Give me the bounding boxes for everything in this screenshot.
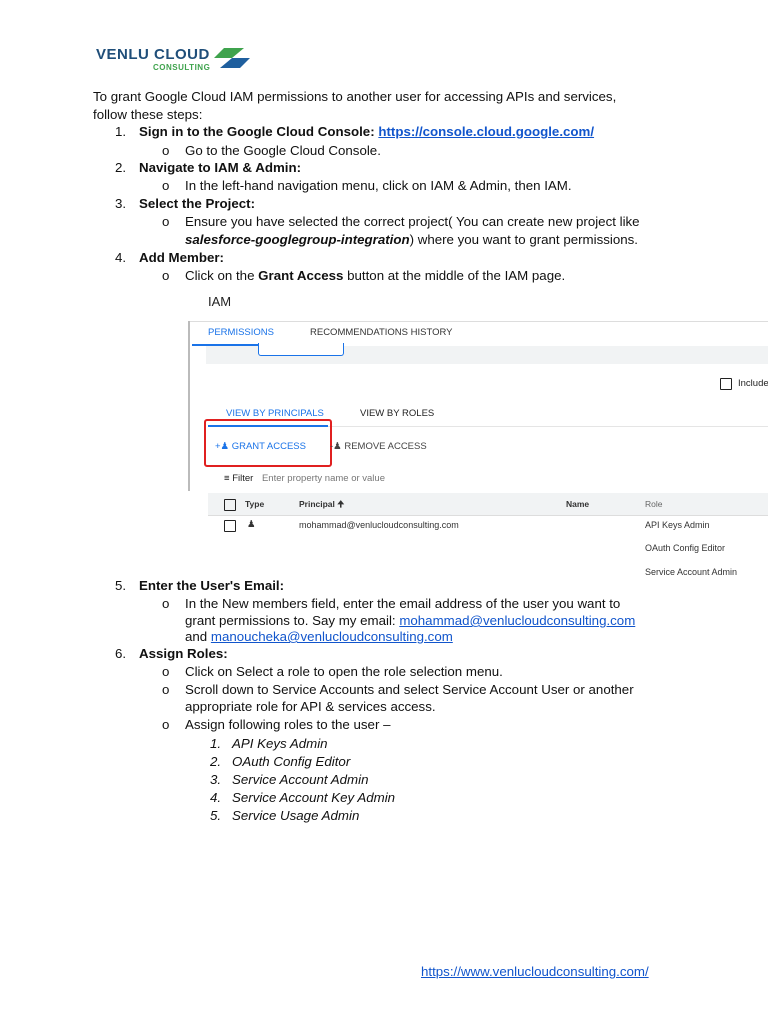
step-title: Assign Roles: [139,646,228,661]
role-item: OAuth Config Editor [232,754,351,769]
email-link[interactable]: mohammad@venlucloudconsulting.com [399,613,635,628]
role-number: 1. [210,736,222,751]
filter-bar[interactable]: ≡ Filter Enter property name or value [224,473,385,484]
iam-screenshot: IAM PERMISSIONS RECOMMENDATIONS HISTORY … [188,285,768,580]
bullet-text: appropriate role for API & services acce… [185,699,436,714]
bullet-text: Scroll down to Service Accounts and sele… [185,682,634,697]
filter-icon: ≡ [224,473,230,484]
step-title: Navigate to IAM & Admin: [139,160,302,175]
role-number: 4. [210,790,222,805]
bullet-text: and manoucheka@venlucloudconsulting.com [185,629,453,645]
col-name: Name [566,499,590,509]
bullet-text: Go to the Google Cloud Console. [185,143,381,158]
console-link[interactable]: https://console.cloud.google.com/ [378,124,594,139]
grant-access-text: Grant Access [258,268,344,283]
step-number: 3. [115,196,127,211]
bullet: o [162,717,170,732]
step-number: 6. [115,646,127,661]
filter-input[interactable]: Enter property name or value [262,473,385,484]
col-type: Type [245,499,265,509]
iam-title: IAM [208,294,232,309]
intro-line: follow these steps: [93,107,203,122]
sort-up-arrow-icon: 🠉 [337,499,345,509]
intro-line: To grant Google Cloud IAM permissions to… [93,89,617,104]
role: API Keys Admin [645,520,710,530]
step-title: Add Member: [139,250,224,265]
tab-view-by-roles[interactable]: VIEW BY ROLES [360,408,434,419]
bullet: o [162,268,170,283]
include-label: Include [738,378,768,389]
grant-label: GRANT ACCESS [231,441,306,452]
logo-tagline: CONSULTING [153,63,211,72]
role-number: 5. [210,808,222,823]
role-number: 3. [210,772,222,787]
role-item: Service Usage Admin [232,808,360,823]
col-principal[interactable]: Principal 🠉 [299,499,344,513]
role: Service Account Admin [645,567,738,577]
step-title: Enter the User's Email: [139,578,285,593]
bullet: o [162,143,170,158]
filter-label: Filter [232,473,254,484]
remove-access-button[interactable]: -♟ REMOVE ACCESS [330,441,427,452]
bullet-text: Click on Select a role to open the role … [185,664,503,679]
company-logo: VENLU CLOUD CONSULTING [96,46,250,72]
step-title: Sign in to the Google Cloud Console: htt… [139,124,594,140]
bullet: o [162,596,170,611]
bullet: o [162,682,170,697]
bullet-text: In the New members field, enter the emai… [185,596,621,611]
bullet: o [162,178,170,193]
add-person-icon: +♟ [215,441,230,452]
bullet-text-rest: ) where you want to grant permissions. [409,232,638,247]
tab-view-by-principals[interactable]: VIEW BY PRINCIPALS [226,408,324,419]
role-number: 2. [210,754,222,769]
bullet-text: salesforce-googlegroup-integration) wher… [185,232,638,248]
bullet-text: Click on the Grant Access button at the … [185,268,565,284]
tab-permissions[interactable]: PERMISSIONS [208,327,274,338]
document-page: VENLU CLOUD CONSULTING To grant Google C… [0,0,768,1024]
step-title-text: Sign in to the Google Cloud Console: [139,124,375,139]
role-item: Service Account Key Admin [232,790,396,805]
select-all-checkbox[interactable] [224,499,236,511]
step-number: 4. [115,250,127,265]
col-role: Role [645,499,663,509]
row-checkbox[interactable] [224,520,236,532]
logo-mark-icon [214,48,250,68]
email-link[interactable]: manoucheka@venlucloudconsulting.com [211,629,453,644]
bullet: o [162,214,170,229]
bullet-text: In the left-hand navigation menu, click … [185,178,572,193]
principal-email: mohammad@venlucloudconsulting.com [299,520,459,530]
grant-access-button[interactable]: +♟ GRANT ACCESS [215,441,306,452]
role-item: Service Account Admin [232,772,369,787]
bullet: o [162,664,170,679]
remove-label: REMOVE ACCESS [344,441,427,452]
bullet-text: Assign following roles to the user – [185,717,391,732]
project-name: salesforce-googlegroup-integration [185,232,410,247]
step-number: 5. [115,578,127,593]
text: Click on the [185,268,259,283]
bullet-text: grant permissions to. Say my email: moha… [185,613,635,629]
step-title: Select the Project: [139,196,256,211]
text: grant permissions to. Say my email: [185,613,400,628]
logo-name: VENLU CLOUD [96,46,210,63]
bullet-text: Ensure you have selected the correct pro… [185,214,640,229]
role: OAuth Config Editor [645,543,726,553]
include-checkbox[interactable] [720,378,732,390]
text: button at the middle of the IAM page. [343,268,566,283]
col-principal-label: Principal [299,499,335,509]
role-item: API Keys Admin [232,736,328,751]
text: and [185,629,211,644]
person-icon: ♟ [247,519,256,530]
tab-recommendations-history[interactable]: RECOMMENDATIONS HISTORY [310,327,453,338]
step-number: 2. [115,160,127,175]
step-number: 1. [115,124,127,139]
remove-person-icon: -♟ [330,441,342,452]
footer-website-link[interactable]: https://www.venlucloudconsulting.com/ [421,964,649,980]
